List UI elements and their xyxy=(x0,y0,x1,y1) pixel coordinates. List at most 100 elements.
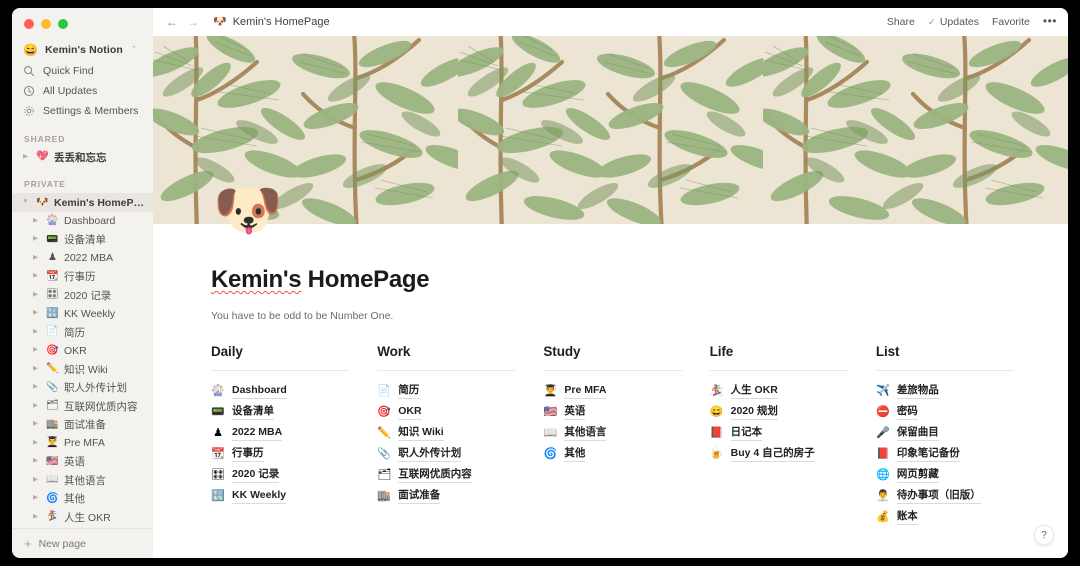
chevron-right-icon[interactable]: ▶ xyxy=(30,513,41,521)
chevron-right-icon[interactable]: ▶ xyxy=(30,402,41,410)
page-link-row[interactable]: 📎 职人外传计划 xyxy=(377,444,515,465)
page-link-row[interactable]: 📕 印象笔记备份 xyxy=(876,444,1014,465)
page-link-row[interactable]: ✏️ 知识 Wiki xyxy=(377,423,515,444)
sidebar-page-item[interactable]: ▶ 🗂 互联网优质内容 xyxy=(12,397,153,416)
sidebar-page-item[interactable]: ▶ 🎛 2020 记录 xyxy=(12,286,153,305)
sidebar-page-item[interactable]: ▶ 🏬 面试准备 xyxy=(12,415,153,434)
page-link-row[interactable]: 💰 账本 xyxy=(876,507,1014,528)
sidebar-page-item[interactable]: ▶ 📖 其他语言 xyxy=(12,471,153,490)
page-link-row[interactable]: 📖 其他语言 xyxy=(543,423,681,444)
page-emoji-icon: 🏂 xyxy=(46,511,59,523)
page-link-row[interactable]: 🗂 互联网优质内容 xyxy=(377,465,515,486)
page-link-row[interactable]: 🔣 KK Weekly xyxy=(211,486,349,507)
chevron-right-icon[interactable]: ▶ xyxy=(30,273,41,280)
maximize-window-button[interactable] xyxy=(58,19,68,29)
page-link-row[interactable]: 🌀 其他 xyxy=(543,444,681,465)
chevron-right-icon[interactable]: ▶ xyxy=(30,421,41,428)
page-link-row[interactable]: 👨‍💼 待办事项（旧版） xyxy=(876,486,1014,507)
sidebar-scroll-area[interactable]: 😄 Kemin's Notion ⌃ Quick Find All Update… xyxy=(12,34,153,528)
page-link-row[interactable]: 🎯 OKR xyxy=(377,402,515,423)
sidebar-page-item[interactable]: ▶ 📟 设备清单 xyxy=(12,230,153,249)
sidebar-page-item[interactable]: ▶ ✏️ 知识 Wiki xyxy=(12,360,153,379)
sidebar-item-all-updates[interactable]: All Updates xyxy=(12,81,153,101)
sidebar-item-quick-find[interactable]: Quick Find xyxy=(12,61,153,81)
updates-button[interactable]: ✓ Updates xyxy=(928,16,979,28)
chevron-right-icon[interactable]: ▶ xyxy=(30,291,41,299)
page-body: 🐶 Kemin's HomePage You have to be odd to… xyxy=(153,182,1068,528)
sidebar-item-label: Quick Find xyxy=(43,64,94,77)
chevron-right-icon[interactable]: ▶ xyxy=(30,365,41,373)
sidebar-page-item[interactable]: ▶ 📄 简历 xyxy=(12,323,153,342)
chevron-right-icon[interactable]: ▶ xyxy=(30,236,41,243)
chevron-down-icon[interactable]: ▼ xyxy=(20,199,31,206)
page-cover-image[interactable] xyxy=(153,36,1068,224)
page-link-row[interactable]: 👨‍🎓 Pre MFA xyxy=(543,381,681,402)
sidebar-page-item[interactable]: ▶ 🌀 其他 xyxy=(12,489,153,508)
forward-button[interactable]: → xyxy=(187,16,199,28)
sidebar-page-item[interactable]: ▶ 📎 职人外传计划 xyxy=(12,378,153,397)
sidebar-page-item[interactable]: ▶ 🎯 OKR xyxy=(12,341,153,360)
sidebar-section-private-list: ▼ 🐶 Kemin's HomePage ▶ 🎡 Dashboard ▶ 📟 设备清单 ▶ ♟ 202… xyxy=(12,193,153,528)
page-emoji-icon: 🐶 xyxy=(36,196,49,208)
sidebar: 😄 Kemin's Notion ⌃ Quick Find All Update… xyxy=(12,8,153,558)
sidebar-page-item[interactable]: ▶ 🎡 Dashboard xyxy=(12,212,153,231)
sidebar-page-label: 其他 xyxy=(64,493,85,506)
more-options-icon[interactable]: ••• xyxy=(1043,15,1057,27)
sidebar-item-settings-members[interactable]: Settings & Members xyxy=(12,101,153,121)
chevron-right-icon[interactable]: ▶ xyxy=(20,153,31,161)
page-link-row[interactable]: ⛔ 密码 xyxy=(876,402,1014,423)
page-link-row[interactable]: ♟ 2022 MBA xyxy=(211,423,349,444)
chevron-right-icon[interactable]: ▶ xyxy=(30,495,41,502)
chevron-right-icon[interactable]: ▶ xyxy=(30,328,41,336)
minimize-window-button[interactable] xyxy=(41,19,51,29)
workspace-switcher[interactable]: 😄 Kemin's Notion ⌃ xyxy=(12,39,153,61)
chevron-right-icon[interactable]: ▶ xyxy=(30,217,41,225)
sidebar-page-item[interactable]: ▶ 👨‍🎓 Pre MFA xyxy=(12,434,153,453)
chevron-right-icon[interactable]: ▶ xyxy=(30,384,41,391)
page-link-row[interactable]: 🇺🇸 英语 xyxy=(543,402,681,423)
column-divider xyxy=(211,369,350,371)
back-button[interactable]: ← xyxy=(166,16,178,28)
page-title[interactable]: Kemin's HomePage xyxy=(211,266,430,294)
page-link-row[interactable]: 🏂 人生 OKR xyxy=(710,381,848,402)
page-emoji-icon: 👨‍🎓 xyxy=(46,437,59,449)
chevron-right-icon[interactable]: ▶ xyxy=(30,254,41,262)
page-icon-emoji[interactable]: 🐶 xyxy=(213,182,283,238)
page-title-first-word: Kemin's xyxy=(211,266,302,293)
chevron-right-icon[interactable]: ▶ xyxy=(30,347,41,354)
chevron-right-icon[interactable]: ▶ xyxy=(30,310,41,317)
page-link-row[interactable]: ✈️ 差旅物品 xyxy=(876,381,1014,402)
page-emoji-icon: 🎡 xyxy=(46,215,59,227)
page-link-row[interactable]: 🎤 保留曲目 xyxy=(876,423,1014,444)
page-link-row[interactable]: 📟 设备清单 xyxy=(211,402,349,423)
chevron-right-icon[interactable]: ▶ xyxy=(30,439,41,447)
workspace-emoji-icon: 😄 xyxy=(23,42,38,57)
sidebar-page-diudiu[interactable]: ▶ 💖 丢丢和忘忘 xyxy=(12,148,153,167)
page-link-row[interactable]: 🏬 面试准备 xyxy=(377,486,515,507)
help-button[interactable]: ? xyxy=(1034,525,1054,545)
page-link-row[interactable]: 🍺 Buy 4 自己的房子 xyxy=(710,444,848,465)
new-page-button[interactable]: + New page xyxy=(12,528,153,558)
sidebar-page-item[interactable]: ▼ 🐶 Kemin's HomePage xyxy=(12,193,153,212)
page-emoji-icon: 🎤 xyxy=(875,426,890,439)
share-button[interactable]: Share xyxy=(887,16,915,28)
page-link-row[interactable]: 🌐 网页剪藏 xyxy=(876,465,1014,486)
favorite-button[interactable]: Favorite xyxy=(992,16,1030,28)
sidebar-page-item[interactable]: ▶ ♟ 2022 MBA xyxy=(12,249,153,268)
sidebar-page-item[interactable]: ▶ 📆 行事历 xyxy=(12,267,153,286)
plus-icon: + xyxy=(24,535,32,551)
sidebar-page-item[interactable]: ▶ 🔣 KK Weekly xyxy=(12,304,153,323)
content-column: List ✈️ 差旅物品 ⛔ 密码 🎤 保留曲目 📕 印象笔记备份 🌐 网页剪藏 👨‍💼 待办事项（旧版… xyxy=(875,344,1042,528)
breadcrumb[interactable]: 🐶 Kemin's HomePage xyxy=(213,16,330,28)
page-link-row[interactable]: 🎛 2020 记录 xyxy=(211,465,349,486)
page-link-row[interactable]: 📆 行事历 xyxy=(211,444,349,465)
chevron-right-icon[interactable]: ▶ xyxy=(30,476,41,484)
close-window-button[interactable] xyxy=(24,19,34,29)
sidebar-page-item[interactable]: ▶ 🇺🇸 英语 xyxy=(12,452,153,471)
sidebar-page-item[interactable]: ▶ 🏂 人生 OKR xyxy=(12,508,153,527)
page-link-row[interactable]: 📄 简历 xyxy=(377,381,515,402)
page-link-row[interactable]: 📕 日记本 xyxy=(710,423,848,444)
page-link-row[interactable]: 🎡 Dashboard xyxy=(211,381,349,402)
page-link-row[interactable]: 😄 2020 规划 xyxy=(710,402,848,423)
chevron-right-icon[interactable]: ▶ xyxy=(30,458,41,465)
